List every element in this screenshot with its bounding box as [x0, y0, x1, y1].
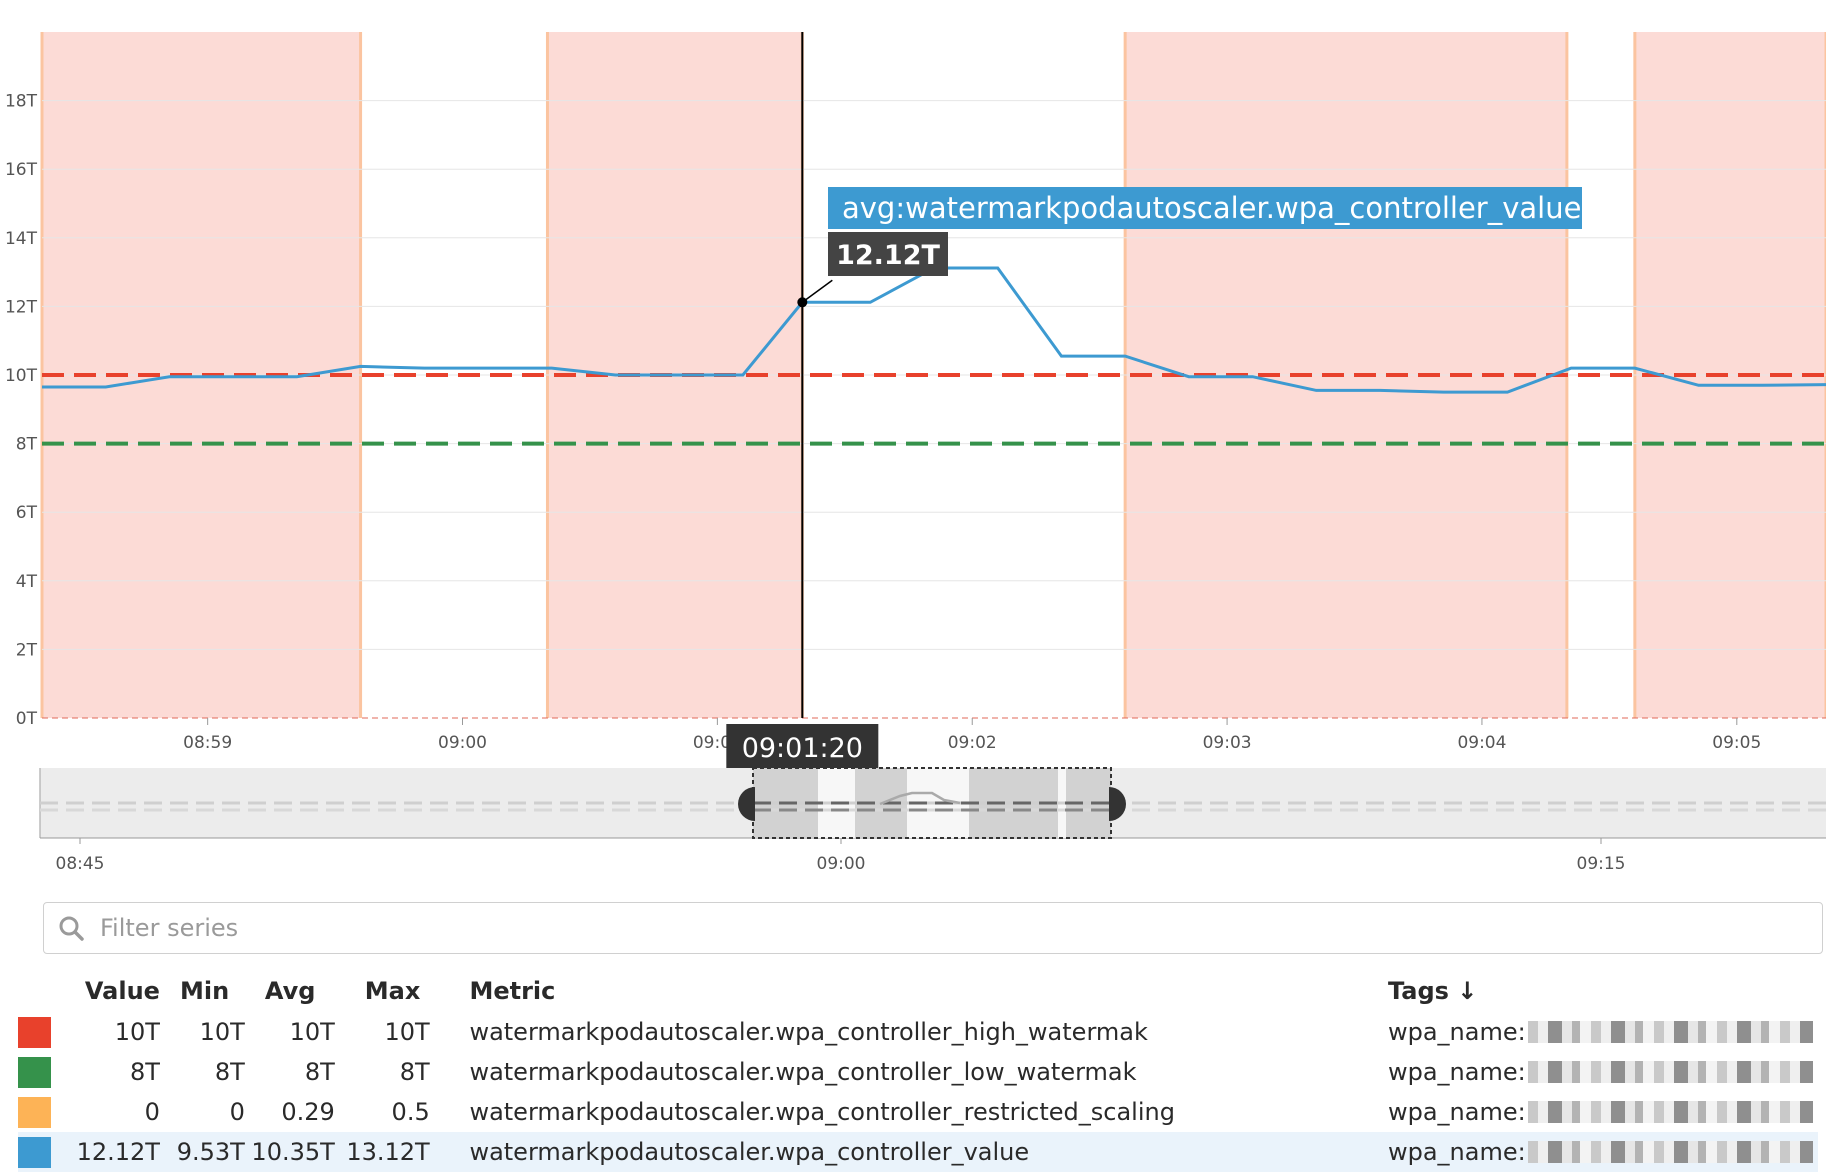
avg-cell: 0.29 — [281, 1098, 335, 1126]
header-max[interactable]: Max — [335, 970, 430, 1012]
tooltip-metric-label: avg:watermarkpodautoscaler.wpa_controlle… — [842, 191, 1581, 225]
avg-cell: 10T — [289, 1018, 335, 1046]
tooltip-value-label: 12.12T — [836, 240, 940, 271]
time-navigator[interactable]: 08:45 09:00 09:15 — [39, 767, 1826, 874]
header-value[interactable]: Value — [63, 970, 160, 1012]
min-cell: 10T — [199, 1018, 245, 1046]
x-tick-label: 09:03 — [1203, 733, 1252, 753]
y-tick-label: 16T — [5, 160, 38, 180]
value-cell: 0 — [144, 1098, 160, 1126]
metric-cell: watermarkpodautoscaler.wpa_controller_re… — [469, 1098, 1175, 1126]
y-tick-label: 14T — [5, 229, 38, 249]
x-tick-label: 09:04 — [1457, 733, 1506, 753]
header-tags[interactable]: Tags ↓ — [1388, 970, 1818, 1012]
y-tick-label: 6T — [16, 503, 38, 523]
tooltip-leader — [801, 279, 833, 303]
navigator-tick-label: 08:45 — [56, 854, 105, 874]
legend-row-restricted-scaling[interactable]: 0 0 0.29 0.5 watermarkpodautoscaler.wpa_… — [18, 1092, 1818, 1132]
value-cell: 12.12T — [62, 1132, 160, 1172]
x-axis: 08:59 09:00 09:01 09:02 09:03 09:04 09:05 — [183, 718, 1761, 753]
redacted-tag-value — [1527, 1061, 1813, 1083]
y-tick-label: 0T — [16, 709, 38, 729]
y-tick-label: 4T — [16, 572, 38, 592]
tag-cell: wpa_name: — [1387, 1138, 1526, 1166]
redacted-tag-value — [1527, 1141, 1813, 1163]
series-color-swatch[interactable] — [18, 1016, 51, 1048]
redacted-tag-value — [1527, 1101, 1813, 1123]
y-tick-label: 12T — [5, 297, 38, 317]
tag-cell: wpa_name: — [1387, 1098, 1526, 1126]
redacted-tag-value — [1527, 1021, 1813, 1043]
navigator-tick-label: 09:15 — [1577, 854, 1626, 874]
avg-cell: 8T — [304, 1058, 335, 1086]
tag-cell: wpa_name: — [1387, 1058, 1526, 1086]
y-axis: 0T 2T 4T 6T 8T 10T 12T 14T 16T 18T — [5, 92, 38, 729]
legend-row-controller-value[interactable]: 12.12T 9.53T 10.35T 13.12T watermarkpoda… — [18, 1132, 1818, 1172]
legend-row-low-watermark[interactable]: 8T 8T 8T 8T watermarkpodautoscaler.wpa_c… — [18, 1052, 1818, 1092]
x-tick-label: 08:59 — [183, 733, 232, 753]
max-cell: 0.5 — [391, 1098, 430, 1126]
y-tick-label: 10T — [5, 366, 38, 386]
x-tick-label: 09:05 — [1712, 733, 1761, 753]
avg-cell: 10.35T — [244, 1132, 335, 1172]
header-min[interactable]: Min — [160, 970, 245, 1012]
metric-cell: watermarkpodautoscaler.wpa_controller_lo… — [469, 1058, 1137, 1086]
legend-table: Value Min Avg Max Metric Tags ↓ 10T 10T … — [18, 970, 1818, 1172]
y-tick-label: 2T — [16, 640, 38, 660]
metric-cell: watermarkpodautoscaler.wpa_controller_hi… — [469, 1018, 1148, 1046]
search-icon — [59, 916, 84, 941]
tag-cell: wpa_name: — [1387, 1018, 1526, 1046]
metric-cell: watermarkpodautoscaler.wpa_controller_va… — [469, 1132, 1388, 1172]
series-color-swatch[interactable] — [18, 1056, 51, 1088]
max-cell: 13.12T — [334, 1132, 430, 1172]
cursor-time-label: 09:01:20 — [742, 733, 863, 764]
series-color-swatch[interactable] — [18, 1096, 51, 1128]
max-cell: 10T — [384, 1018, 430, 1046]
min-cell: 8T — [214, 1058, 245, 1086]
series-color-swatch[interactable] — [18, 1136, 51, 1168]
value-cell: 8T — [130, 1058, 160, 1086]
min-cell: 9.53T — [159, 1132, 245, 1172]
legend-header-row: Value Min Avg Max Metric Tags ↓ — [18, 970, 1818, 1012]
legend-row-high-watermark[interactable]: 10T 10T 10T 10T watermarkpodautoscaler.w… — [18, 1012, 1818, 1052]
header-avg[interactable]: Avg — [245, 970, 335, 1012]
timeseries-chart[interactable]: 0T 2T 4T 6T 8T 10T 12T 14T 16T 18T 08:59 09:00 09:0… — [0, 0, 1826, 890]
min-cell: 0 — [229, 1098, 245, 1126]
y-tick-label: 8T — [16, 435, 38, 455]
filter-series-input[interactable] — [98, 913, 1822, 943]
x-tick-label: 09:00 — [438, 733, 487, 753]
header-metric[interactable]: Metric — [469, 970, 1388, 1012]
value-cell: 10T — [114, 1018, 160, 1046]
navigator-tick-label: 09:00 — [817, 854, 866, 874]
x-tick-label: 09:02 — [948, 733, 997, 753]
filter-series-box[interactable] — [43, 902, 1823, 954]
max-cell: 8T — [399, 1058, 430, 1086]
y-tick-label: 18T — [5, 92, 38, 112]
